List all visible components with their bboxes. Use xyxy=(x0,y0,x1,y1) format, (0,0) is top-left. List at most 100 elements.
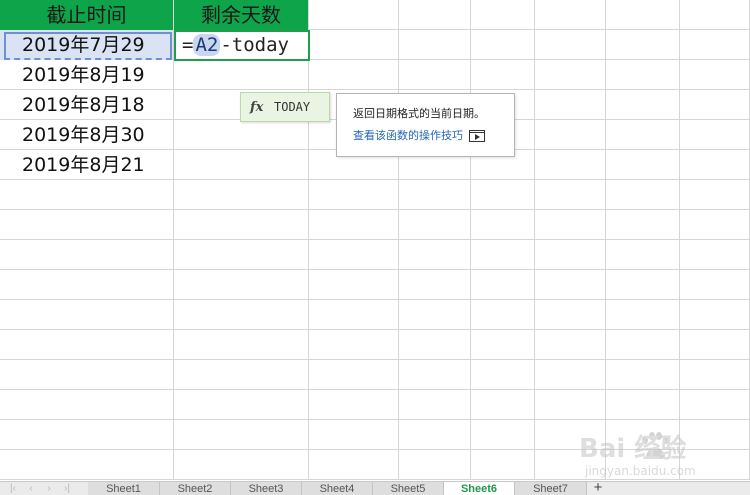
grid-cell[interactable] xyxy=(174,450,309,480)
grid-cell[interactable] xyxy=(606,120,680,150)
grid-cell[interactable] xyxy=(680,120,750,150)
grid-cell[interactable] xyxy=(535,330,606,360)
grid-cell[interactable] xyxy=(309,60,399,90)
grid-cell[interactable] xyxy=(680,90,750,120)
grid-cell[interactable] xyxy=(606,90,680,120)
grid-cell[interactable] xyxy=(471,420,535,450)
cell-grid[interactable]: 截止时间 剩余天数 2019年7月29 2019年8月19 2019年8月18 2019年… xyxy=(0,0,750,481)
first-sheet-arrow-icon[interactable]: |‹ xyxy=(6,482,20,495)
grid-cell[interactable] xyxy=(471,210,535,240)
grid-cell[interactable] xyxy=(471,270,535,300)
grid-cell[interactable] xyxy=(606,450,680,480)
grid-cell[interactable] xyxy=(535,60,606,90)
grid-cell[interactable] xyxy=(399,30,471,60)
formula-input-cell[interactable]: = A2 -today xyxy=(174,30,310,61)
grid-cell[interactable] xyxy=(309,210,399,240)
video-play-icon[interactable] xyxy=(469,130,485,142)
grid-cell[interactable] xyxy=(0,330,174,360)
grid-cell[interactable] xyxy=(399,420,471,450)
header-cell-deadline[interactable]: 截止时间 xyxy=(0,0,174,30)
date-cell[interactable]: 2019年8月19 xyxy=(0,60,174,90)
grid-cell[interactable] xyxy=(174,210,309,240)
grid-cell[interactable] xyxy=(399,330,471,360)
prev-sheet-arrow-icon[interactable]: ‹ xyxy=(24,482,38,495)
grid-cell[interactable] xyxy=(174,120,309,150)
grid-cell[interactable] xyxy=(680,360,750,390)
grid-cell[interactable] xyxy=(174,270,309,300)
grid-cell[interactable] xyxy=(680,450,750,480)
grid-cell[interactable] xyxy=(535,210,606,240)
grid-cell[interactable] xyxy=(309,300,399,330)
grid-cell[interactable] xyxy=(680,420,750,450)
grid-cell[interactable] xyxy=(535,180,606,210)
grid-cell[interactable] xyxy=(471,300,535,330)
grid-cell[interactable] xyxy=(399,270,471,300)
grid-cell[interactable] xyxy=(174,360,309,390)
grid-cell[interactable] xyxy=(680,150,750,180)
sheet-tab-sheet1[interactable]: Sheet1 xyxy=(88,482,160,495)
grid-cell[interactable] xyxy=(606,150,680,180)
grid-cell[interactable] xyxy=(309,30,399,60)
grid-cell[interactable] xyxy=(0,240,174,270)
grid-cell[interactable] xyxy=(309,0,399,30)
grid-cell[interactable] xyxy=(309,390,399,420)
grid-cell[interactable] xyxy=(680,0,750,30)
date-cell[interactable]: 2019年8月18 xyxy=(0,90,174,120)
grid-cell[interactable] xyxy=(535,0,606,30)
grid-cell[interactable] xyxy=(0,450,174,480)
sheet-tab-sheet7[interactable]: Sheet7 xyxy=(515,482,587,495)
grid-cell[interactable] xyxy=(535,420,606,450)
grid-cell[interactable] xyxy=(606,330,680,360)
grid-cell[interactable] xyxy=(174,180,309,210)
grid-cell[interactable] xyxy=(471,0,535,30)
grid-cell[interactable] xyxy=(309,420,399,450)
grid-cell[interactable] xyxy=(309,330,399,360)
grid-cell[interactable] xyxy=(606,420,680,450)
grid-cell[interactable] xyxy=(680,240,750,270)
grid-cell[interactable] xyxy=(680,270,750,300)
grid-cell[interactable] xyxy=(535,150,606,180)
sheet-tab-sheet2[interactable]: Sheet2 xyxy=(160,482,231,495)
grid-cell[interactable] xyxy=(399,450,471,480)
plus-icon[interactable]: + xyxy=(590,482,606,495)
grid-cell[interactable] xyxy=(471,330,535,360)
grid-cell[interactable] xyxy=(606,390,680,420)
grid-cell[interactable] xyxy=(0,360,174,390)
grid-cell[interactable] xyxy=(174,390,309,420)
grid-cell[interactable] xyxy=(399,210,471,240)
last-sheet-arrow-icon[interactable]: ›| xyxy=(60,482,74,495)
grid-cell[interactable] xyxy=(680,180,750,210)
grid-cell[interactable] xyxy=(606,180,680,210)
grid-cell[interactable] xyxy=(535,390,606,420)
function-tips-link[interactable]: 查看该函数的操作技巧 xyxy=(353,128,463,144)
grid-cell[interactable] xyxy=(535,90,606,120)
grid-cell[interactable] xyxy=(174,300,309,330)
grid-cell[interactable] xyxy=(680,210,750,240)
grid-cell[interactable] xyxy=(471,360,535,390)
grid-cell[interactable] xyxy=(399,360,471,390)
grid-cell[interactable] xyxy=(606,360,680,390)
function-autocomplete-item[interactable]: fx TODAY xyxy=(240,92,330,122)
date-cell[interactable]: 2019年7月29 xyxy=(0,30,174,60)
grid-cell[interactable] xyxy=(399,390,471,420)
sheet-tab-sheet5[interactable]: Sheet5 xyxy=(373,482,444,495)
grid-cell[interactable] xyxy=(535,450,606,480)
grid-cell[interactable] xyxy=(399,180,471,210)
grid-cell[interactable] xyxy=(309,450,399,480)
grid-cell[interactable] xyxy=(535,270,606,300)
grid-cell[interactable] xyxy=(606,270,680,300)
grid-cell[interactable] xyxy=(535,360,606,390)
sheet-tab-sheet6[interactable]: Sheet6 xyxy=(444,482,515,495)
grid-cell[interactable] xyxy=(309,180,399,210)
grid-cell[interactable] xyxy=(0,420,174,450)
grid-cell[interactable] xyxy=(471,180,535,210)
sheet-tab-sheet4[interactable]: Sheet4 xyxy=(302,482,373,495)
grid-cell[interactable] xyxy=(606,210,680,240)
date-cell[interactable]: 2019年8月21 xyxy=(0,150,174,180)
formula-reference-a2[interactable]: A2 xyxy=(193,34,221,56)
grid-cell[interactable] xyxy=(471,60,535,90)
grid-cell[interactable] xyxy=(680,60,750,90)
grid-cell[interactable] xyxy=(606,240,680,270)
grid-cell[interactable] xyxy=(535,240,606,270)
grid-cell[interactable] xyxy=(0,270,174,300)
